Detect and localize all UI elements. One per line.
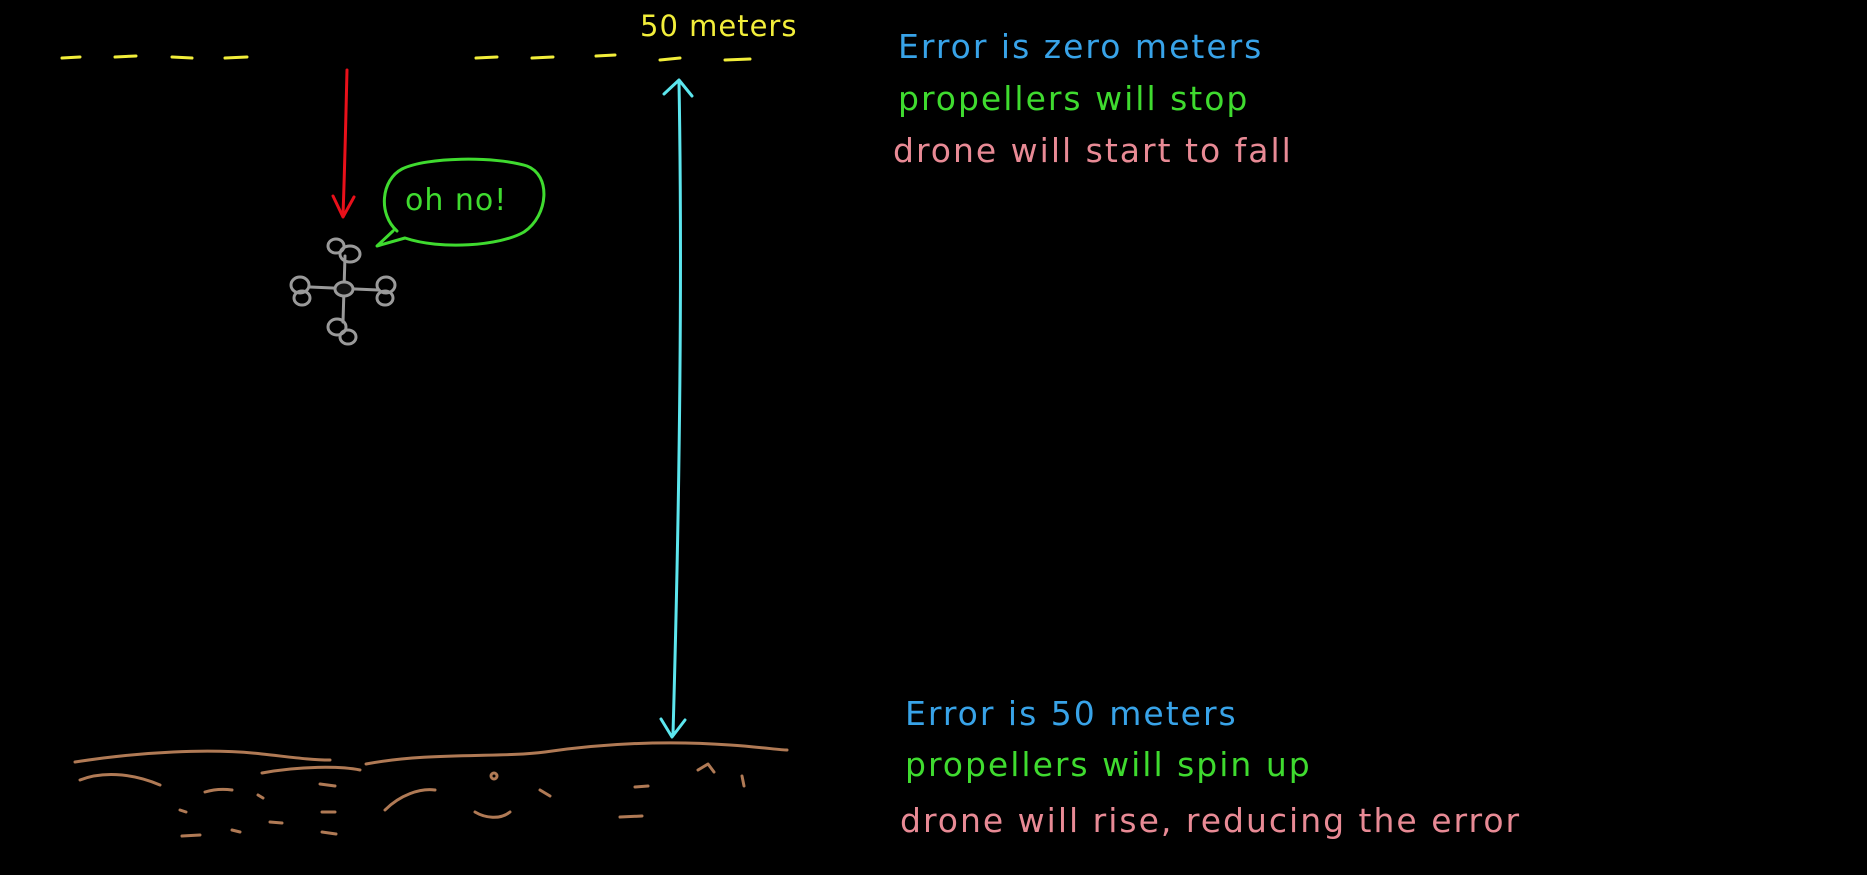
falling-arrow	[331, 68, 356, 219]
bottom-propellers-note: propellers will spin up	[905, 745, 1312, 784]
drone-icon	[289, 237, 397, 346]
bottom-drone-note: drone will rise, reducing the error	[900, 801, 1522, 840]
target-altitude-line	[60, 53, 752, 62]
top-error-note: Error is zero meters	[898, 27, 1264, 66]
ground	[73, 741, 789, 838]
altitude-error-arrow	[659, 78, 694, 739]
top-propellers-note: propellers will stop	[898, 79, 1250, 118]
bottom-error-note: Error is 50 meters	[905, 694, 1238, 733]
top-drone-note: drone will start to fall	[893, 131, 1293, 170]
speech-bubble-text: oh no!	[405, 183, 508, 218]
target-altitude-label: 50 meters	[640, 9, 798, 43]
